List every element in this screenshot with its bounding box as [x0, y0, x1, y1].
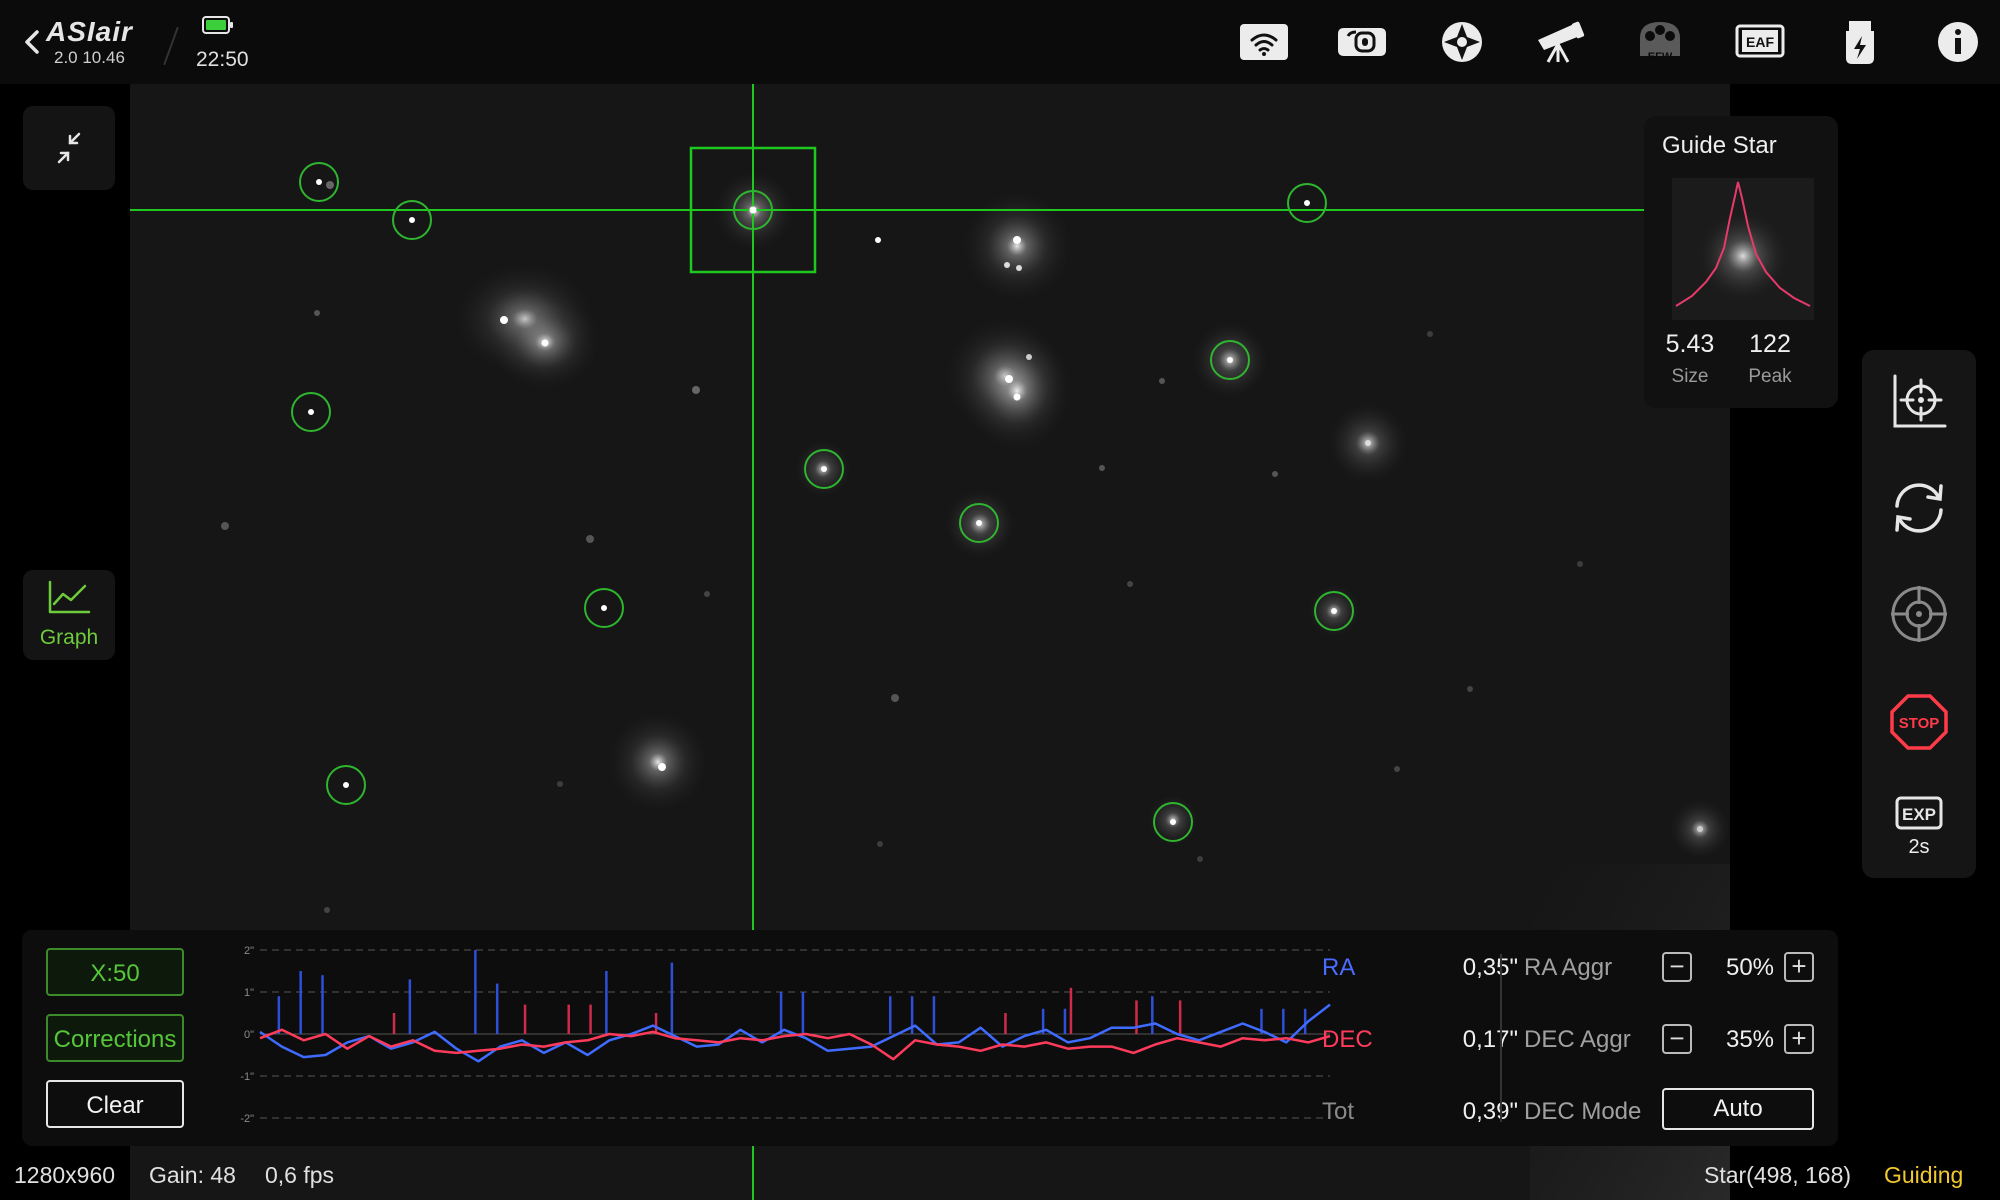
corrections-toggle-button[interactable]: Corrections [46, 1014, 184, 1062]
y-tick-label: 1" [244, 987, 254, 999]
svg-text:EAF: EAF [1746, 34, 1774, 50]
clear-graph-button[interactable]: Clear [46, 1080, 184, 1128]
stop-icon[interactable]: STOP [1887, 690, 1951, 754]
app-brand: ASIair [46, 16, 133, 47]
dec-mode-select[interactable]: Auto [1662, 1088, 1814, 1130]
star-peak-label: Peak [1748, 366, 1792, 387]
back-chevron-icon[interactable] [18, 24, 48, 60]
ra-error-line [259, 1003, 1331, 1063]
star-peak-value: 122 [1749, 330, 1791, 358]
telescope-icon[interactable] [1534, 18, 1586, 66]
guide-icon[interactable] [1436, 18, 1488, 66]
eaf-icon[interactable]: EAF [1734, 18, 1786, 66]
ra-aggr-increase-button[interactable]: + [1784, 952, 1814, 982]
dec-label: DEC [1322, 1026, 1373, 1053]
svg-text:EFW: EFW [1648, 51, 1673, 63]
star-size-value: 5.43 [1665, 330, 1715, 358]
guide-star-title: Guide Star [1662, 132, 1777, 159]
right-tool-panel: STOP EXP 2s [1862, 350, 1976, 878]
ra-rms-value: 0,35" [1462, 954, 1518, 981]
resolution-text: 1280x960 [14, 1162, 116, 1188]
star-position-text: Star(498, 168) [1704, 1162, 1852, 1188]
status-bar: 1280x960 Gain: 48 0,6 fps Star(498, 168)… [0, 1148, 2000, 1200]
collapse-icon [57, 132, 81, 164]
dec-correction-bars [392, 987, 1182, 1034]
fps-text: 0,6 fps [265, 1162, 335, 1188]
guide-error-plot: 2" 1" 0" -1" -2" [240, 945, 1331, 1125]
ra-aggr-value: 50% [1725, 954, 1775, 981]
x-scale-button[interactable]: X:50 [46, 948, 184, 996]
app-version: 2.0 10.46 [54, 48, 125, 67]
dec-aggr-decrease-button[interactable]: − [1662, 1024, 1692, 1054]
guiding-state-text: Guiding [1884, 1162, 1964, 1188]
collapse-view-button[interactable] [23, 106, 115, 190]
svg-text:STOP: STOP [1899, 715, 1940, 732]
refresh-icon[interactable] [1887, 476, 1951, 540]
y-tick-label: -2" [240, 1113, 254, 1125]
info-icon[interactable] [1932, 18, 1984, 66]
header-divider [163, 26, 179, 66]
battery-icon [202, 16, 233, 34]
dec-rms-value: 0,17" [1462, 1026, 1518, 1053]
wifi-icon[interactable] [1238, 18, 1290, 66]
dec-aggr-value: 35% [1725, 1026, 1775, 1053]
exposure-value[interactable]: 2s [1862, 836, 1976, 859]
top-bar: ASIair 2.0 10.46 22:50 EFW EAF [0, 0, 2000, 84]
error-series-lines [259, 1003, 1331, 1063]
y-tick-labels: 2" 1" 0" -1" -2" [240, 945, 254, 1125]
gain-text: Gain: 48 [149, 1162, 236, 1188]
svg-text:EXP: EXP [1902, 805, 1936, 824]
graph-toggle-button[interactable]: Graph [23, 570, 115, 660]
ra-aggr-label: RA Aggr [1524, 954, 1613, 981]
guiding-graph-panel: X:50 Corrections Clear 2" 1" 0" -1" -2" RA 0… [22, 930, 1838, 1146]
dec-mode-label: DEC Mode [1524, 1098, 1642, 1125]
total-label: Tot [1322, 1098, 1355, 1125]
y-tick-label: 0" [244, 1029, 254, 1041]
star-profile-plot [1675, 181, 1811, 307]
y-tick-label: -1" [240, 1071, 254, 1083]
camera-icon[interactable] [1336, 18, 1388, 66]
asiair-guiding-screen: ASIair 2.0 10.46 22:50 EFW EAF Graph Gui… [0, 0, 2000, 1200]
crosshair-icon[interactable] [1887, 582, 1951, 646]
star-size-label: Size [1671, 366, 1709, 387]
graph-stats-divider [1500, 954, 1502, 1122]
dec-aggr-increase-button[interactable]: + [1784, 1024, 1814, 1054]
ra-aggr-decrease-button[interactable]: − [1662, 952, 1692, 982]
efw-icon[interactable]: EFW [1634, 18, 1686, 66]
guide-star-thumbnail [1672, 178, 1814, 320]
y-tick-label: 2" [244, 945, 254, 957]
ra-label: RA [1322, 954, 1356, 981]
clock: 22:50 [196, 48, 249, 71]
usb-power-icon[interactable] [1834, 18, 1886, 66]
target-plot-icon[interactable] [1887, 370, 1951, 434]
total-rms-value: 0,39" [1462, 1098, 1518, 1125]
graph-icon [48, 580, 91, 614]
guide-star-panel: Guide Star 5.43 Size 122 Peak [1644, 116, 1838, 408]
dec-aggr-label: DEC Aggr [1524, 1026, 1631, 1053]
graph-label: Graph [39, 626, 99, 649]
